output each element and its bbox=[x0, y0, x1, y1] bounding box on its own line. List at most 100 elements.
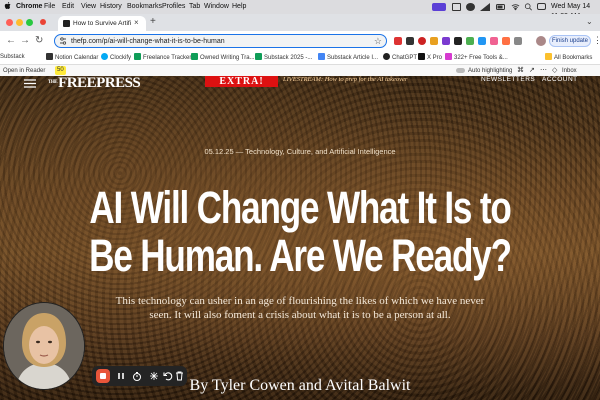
bookmark-clockify[interactable]: Clockify bbox=[101, 53, 131, 63]
tab-title: How to Survive Artificial Intelligence bbox=[73, 20, 131, 27]
sheets-icon bbox=[255, 53, 262, 60]
stop-icon bbox=[100, 373, 106, 379]
battery-icon[interactable] bbox=[496, 3, 506, 11]
menu-view[interactable]: View bbox=[81, 2, 96, 12]
extension-purple-icon[interactable] bbox=[442, 37, 450, 45]
extension-black-icon[interactable] bbox=[454, 37, 462, 45]
extension-pink-icon[interactable] bbox=[490, 37, 498, 45]
nav-account[interactable]: ACCOUNT bbox=[542, 76, 578, 84]
delete-recording-icon[interactable] bbox=[174, 369, 185, 383]
article-dek: This technology can usher in an age of f… bbox=[115, 295, 485, 321]
hamburger-menu-icon[interactable] bbox=[24, 79, 36, 88]
bookmark-substack-2025[interactable]: Substack 2025 -... bbox=[255, 53, 312, 63]
chatgpt-icon bbox=[383, 53, 390, 60]
livestream-link[interactable]: LIVESTREAM: How to prep for the AI takeo… bbox=[283, 76, 407, 84]
extension-green-icon[interactable] bbox=[466, 37, 474, 45]
tools-icon bbox=[445, 53, 452, 60]
search-icon[interactable] bbox=[524, 3, 533, 11]
menu-app-chrome[interactable]: Chrome bbox=[16, 2, 42, 12]
bookmark-label: X Pro bbox=[427, 55, 443, 61]
extra-badge[interactable]: EXTRA! bbox=[205, 76, 278, 87]
tab-active[interactable]: How to Survive Artificial Intelligence × bbox=[58, 16, 146, 31]
status-dot-icon[interactable] bbox=[466, 3, 475, 11]
signal-icon[interactable] bbox=[480, 3, 490, 11]
nav-newsletters[interactable]: NEWSLETTERS bbox=[481, 76, 535, 84]
close-window-button[interactable] bbox=[6, 19, 13, 26]
extension-gmail-icon[interactable] bbox=[394, 37, 402, 45]
tab-close-icon[interactable]: × bbox=[134, 18, 139, 28]
folder-icon bbox=[545, 53, 552, 60]
macos-menu-bar: Chrome File Edit View History Bookmarks … bbox=[0, 0, 600, 20]
menu-bookmarks[interactable]: Bookmarks bbox=[127, 2, 162, 12]
menu-file[interactable]: File bbox=[44, 2, 55, 12]
presenter-video bbox=[4, 303, 84, 389]
control-center-icon[interactable] bbox=[537, 3, 546, 10]
menu-history[interactable]: History bbox=[100, 2, 122, 12]
address-bar[interactable]: thefp.com/p/ai-will-change-what-it-is-to… bbox=[54, 34, 387, 48]
menu-window[interactable]: Window bbox=[204, 2, 229, 12]
reader-count-badge: 50 bbox=[55, 66, 66, 75]
more-icon[interactable]: ⋯ bbox=[540, 66, 547, 75]
tab-search-chevron-icon[interactable]: ⌄ bbox=[586, 17, 593, 26]
extension-coral-icon[interactable] bbox=[502, 37, 510, 45]
back-button[interactable]: ← bbox=[6, 35, 16, 47]
bookmark-free-tools[interactable]: 322+ Free Tools &... bbox=[445, 53, 508, 63]
window-icon[interactable] bbox=[452, 3, 461, 11]
tag-icon[interactable]: ⌘ bbox=[517, 66, 524, 75]
screen-recording-indicator[interactable] bbox=[432, 3, 446, 11]
bookmark-label: 322+ Free Tools &... bbox=[454, 55, 508, 61]
inbox-icon: ◇ bbox=[552, 67, 558, 74]
new-tab-button[interactable]: + bbox=[150, 17, 156, 27]
bookmark-all[interactable]: All Bookmarks bbox=[545, 53, 592, 63]
profile-avatar[interactable] bbox=[536, 36, 546, 46]
logo-text: FREEPRESS bbox=[58, 76, 141, 91]
site-info-icon[interactable] bbox=[59, 37, 67, 45]
extension-orange-icon[interactable] bbox=[430, 37, 438, 45]
inbox-link[interactable]: Inbox bbox=[562, 67, 577, 75]
extension-red-icon[interactable] bbox=[418, 37, 426, 45]
bookmark-owned-writing[interactable]: Owned Writing Tra... bbox=[191, 53, 255, 63]
bookmark-notion-calendar[interactable]: Notion Calendar bbox=[46, 53, 98, 63]
article-byline: By Tyler Cowen and Avital Balwit bbox=[189, 377, 411, 394]
minimize-window-button[interactable] bbox=[16, 19, 23, 26]
wifi-icon[interactable] bbox=[511, 3, 520, 11]
pinned-tab-favicon-icon[interactable] bbox=[40, 19, 46, 25]
apple-icon[interactable] bbox=[4, 1, 12, 11]
bookmark-substack[interactable]: Substack bbox=[0, 53, 25, 62]
bookmark-x-pro[interactable]: X Pro bbox=[418, 53, 442, 63]
reload-button[interactable]: ↻ bbox=[35, 35, 43, 47]
auto-highlighting-label: Auto highlighting bbox=[468, 68, 513, 74]
timer-icon[interactable] bbox=[130, 369, 144, 383]
reader-extension-bar: Open in Reader 50 Auto highlighting ⌘ ↗ … bbox=[0, 65, 600, 76]
bookmark-substack-article[interactable]: Substack Article I... bbox=[318, 53, 378, 63]
drawing-tools-icon[interactable] bbox=[147, 369, 161, 383]
extension-blue-icon[interactable] bbox=[478, 37, 486, 45]
recording-controls bbox=[92, 366, 187, 386]
menu-profiles[interactable]: Profiles bbox=[162, 2, 185, 12]
auto-highlighting-toggle[interactable] bbox=[456, 68, 465, 73]
url-text[interactable]: thefp.com/p/ai-will-change-what-it-is-to… bbox=[71, 36, 225, 47]
menu-edit[interactable]: Edit bbox=[62, 2, 74, 12]
maximize-window-button[interactable] bbox=[26, 19, 33, 26]
pause-recording-button[interactable] bbox=[114, 369, 128, 383]
extension-dark-icon[interactable] bbox=[406, 37, 414, 45]
extensions-puzzle-icon[interactable] bbox=[514, 37, 522, 45]
restart-recording-icon[interactable] bbox=[161, 369, 175, 383]
menu-tab[interactable]: Tab bbox=[189, 2, 200, 12]
bookmarks-bar: Substack Notion Calendar Clockify Freela… bbox=[0, 51, 600, 65]
bookmark-label: Substack bbox=[0, 54, 25, 60]
bookmark-chatgpt[interactable]: ChatGPT bbox=[383, 53, 417, 63]
stop-recording-button[interactable] bbox=[96, 369, 110, 383]
site-logo[interactable]: THEFREEPRESS bbox=[48, 76, 141, 91]
webcam-bubble[interactable] bbox=[3, 302, 85, 390]
tab-favicon-icon bbox=[63, 20, 70, 27]
open-in-reader-link[interactable]: Open in Reader bbox=[3, 67, 45, 75]
bookmark-freelance-tracker[interactable]: Freelance Tracker bbox=[134, 53, 191, 63]
share-icon[interactable]: ↗ bbox=[529, 66, 535, 75]
more-menu-icon[interactable]: ⋮ bbox=[593, 35, 600, 46]
finish-update-button[interactable]: Finish update bbox=[549, 35, 591, 47]
bookmark-label: Clockify bbox=[110, 55, 132, 61]
bookmark-star-icon[interactable]: ☆ bbox=[374, 35, 382, 47]
menu-help[interactable]: Help bbox=[232, 2, 246, 12]
forward-button[interactable]: → bbox=[20, 35, 30, 47]
